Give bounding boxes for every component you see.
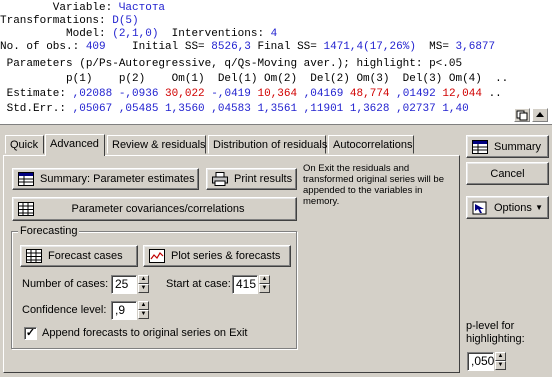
tab-advanced[interactable]: Advanced xyxy=(45,134,105,156)
results-line-parameters: Parameters (p/Ps-Autoregressive, q/Qs-Mo… xyxy=(0,58,463,70)
p-level-field[interactable]: ,050 xyxy=(467,352,494,371)
p-level-spinner[interactable]: ▲ ▼ xyxy=(495,352,506,371)
copy-results-button[interactable] xyxy=(514,108,530,122)
results-line-variable: Variable: Частота xyxy=(0,2,166,14)
tab-autocorrelations[interactable]: Autocorrelations xyxy=(328,135,414,154)
results-line-obs: No. of obs.: 409 Initial SS= 8526,3 Fina… xyxy=(0,41,496,53)
table-icon xyxy=(26,249,42,263)
forecast-cases-button[interactable]: Forecast cases xyxy=(20,245,138,267)
spin-down-icon[interactable]: ▼ xyxy=(495,361,506,370)
spin-up-icon[interactable]: ▲ xyxy=(138,275,149,284)
summary-parameter-estimates-button[interactable]: Summary: Parameter estimates xyxy=(12,168,199,190)
summary-table-icon xyxy=(18,172,34,186)
estimate-value-9: .. xyxy=(481,88,502,100)
estimate-value-1: -,0936 xyxy=(112,88,159,100)
matrix-icon xyxy=(18,202,34,216)
spin-up-icon[interactable]: ▲ xyxy=(259,275,270,284)
start-at-case-spinner[interactable]: ▲ ▼ xyxy=(259,275,270,294)
summary-table-icon xyxy=(472,139,488,154)
estimate-values: ,02088 -,0936 30,022 -,0419 10,364 ,0416… xyxy=(73,88,502,100)
estimate-value-2: 30,022 xyxy=(158,88,205,100)
start-at-case-label: Start at case: xyxy=(166,278,231,290)
results-column-headers: p(1) p(2) Om(1) Del(1) Om(2) Del(2) Om(3… xyxy=(0,73,509,85)
cancel-button[interactable]: Cancel xyxy=(466,162,549,185)
options-icon xyxy=(472,201,487,214)
print-results-button[interactable]: Print results xyxy=(206,168,297,190)
printer-icon xyxy=(212,172,228,186)
p-level-label: p-level for highlighting: xyxy=(466,320,525,345)
results-line-model: Model: (2,1,0) Interventions: 4 xyxy=(0,28,278,40)
line-plot-icon xyxy=(149,249,165,263)
estimate-value-0: ,02088 xyxy=(72,88,113,100)
spin-up-icon[interactable]: ▲ xyxy=(138,301,149,310)
forecasting-title: Forecasting xyxy=(18,225,80,237)
estimate-value-3: -,0419 xyxy=(204,88,251,100)
tab-review-residuals[interactable]: Review & residuals xyxy=(107,135,206,154)
copy-icon xyxy=(516,110,528,121)
arrow-up-icon xyxy=(536,112,544,117)
results-output: Variable: Частота Transformations: D(5) … xyxy=(0,0,552,125)
spin-down-icon[interactable]: ▼ xyxy=(138,310,149,319)
spin-up-icon[interactable]: ▲ xyxy=(495,352,506,361)
number-of-cases-spinner[interactable]: ▲ ▼ xyxy=(138,275,149,294)
append-forecasts-label: Append forecasts to original series on E… xyxy=(42,327,248,339)
estimate-value-5: ,04169 xyxy=(297,88,344,100)
append-forecasts-checkbox[interactable]: ✓ xyxy=(24,327,37,340)
results-line-estimate: Estimate: ,02088 -,0936 30,022 -,0419 10… xyxy=(0,88,502,100)
results-line-transformations: Transformations: D(5) xyxy=(0,15,139,27)
spin-down-icon[interactable]: ▼ xyxy=(138,284,149,293)
spin-down-icon[interactable]: ▼ xyxy=(259,284,270,293)
exit-note: On Exit the residuals and transformed or… xyxy=(303,163,444,207)
number-of-cases-label: Number of cases: xyxy=(22,278,109,290)
summary-button[interactable]: Summary xyxy=(466,135,549,158)
estimate-value-7: ,01492 xyxy=(389,88,436,100)
tab-distribution-residuals[interactable]: Distribution of residuals xyxy=(208,135,327,154)
chevron-down-icon: ▼ xyxy=(535,203,543,212)
plot-series-forecasts-button[interactable]: Plot series & forecasts xyxy=(143,245,291,267)
results-line-stderr: Std.Err.: ,05067 ,05485 1,3560 ,04583 1,… xyxy=(0,103,469,115)
confidence-level-field[interactable]: ,9 xyxy=(111,301,137,320)
options-button[interactable]: Options ▼ xyxy=(466,196,549,219)
number-of-cases-field[interactable]: 25 xyxy=(111,275,137,294)
confidence-level-spinner[interactable]: ▲ ▼ xyxy=(138,301,149,320)
variable-name: Частота xyxy=(118,2,166,14)
scroll-up-button[interactable] xyxy=(532,108,548,122)
parameter-covariances-button[interactable]: Parameter covariances/correlations xyxy=(12,197,297,221)
estimate-value-4: 10,364 xyxy=(250,88,298,100)
estimate-value-6: 48,774 xyxy=(343,88,390,100)
confidence-level-label: Confidence level: xyxy=(22,304,107,316)
estimate-value-8: 12,044 xyxy=(435,88,482,100)
tab-quick[interactable]: Quick xyxy=(5,135,44,154)
start-at-case-field[interactable]: 415 xyxy=(232,275,258,294)
